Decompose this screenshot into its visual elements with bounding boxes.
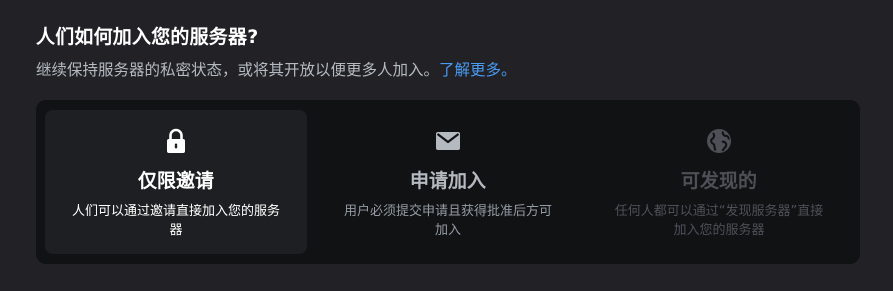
page-title: 人们如何加入您的服务器? — [36, 26, 259, 48]
page-subtitle: 继续保持服务器的私密状态，或将其开放以便更多人加入。了解更多。 — [36, 58, 517, 80]
option-apply-to-join[interactable]: 申请加入 用户必须提交申请且获得批准后方可加入 — [317, 110, 579, 254]
option-title: 可发现的 — [680, 170, 757, 192]
option-description: 用户必须提交申请且获得批准后方可加入 — [343, 204, 552, 238]
subtitle-text: 继续保持服务器的私密状态，或将其开放以便更多人加入。 — [36, 61, 440, 79]
join-settings-page: 人们如何加入您的服务器? 继续保持服务器的私密状态，或将其开放以便更多人加入。了… — [0, 0, 893, 291]
lock-icon — [167, 128, 185, 153]
option-title: 申请加入 — [409, 170, 486, 192]
learn-more-link[interactable]: 了解更多。 — [439, 61, 517, 79]
join-options-panel: 仅限邀请 人们可以通过邀请直接加入您的服务器 申请加入 用户必须提交申请且获得批… — [36, 100, 860, 264]
option-description: 任何人都可以通过“发现服务器”直接加入您的服务器 — [614, 204, 824, 238]
option-title: 仅限邀请 — [137, 170, 214, 192]
option-description: 人们可以通过邀请直接加入您的服务器 — [71, 204, 280, 238]
option-invite-only[interactable]: 仅限邀请 人们可以通过邀请直接加入您的服务器 — [45, 110, 307, 254]
globe-icon — [707, 129, 731, 153]
option-discoverable[interactable]: 可发现的 任何人都可以通过“发现服务器”直接加入您的服务器 — [588, 110, 850, 254]
envelope-icon — [436, 132, 460, 150]
